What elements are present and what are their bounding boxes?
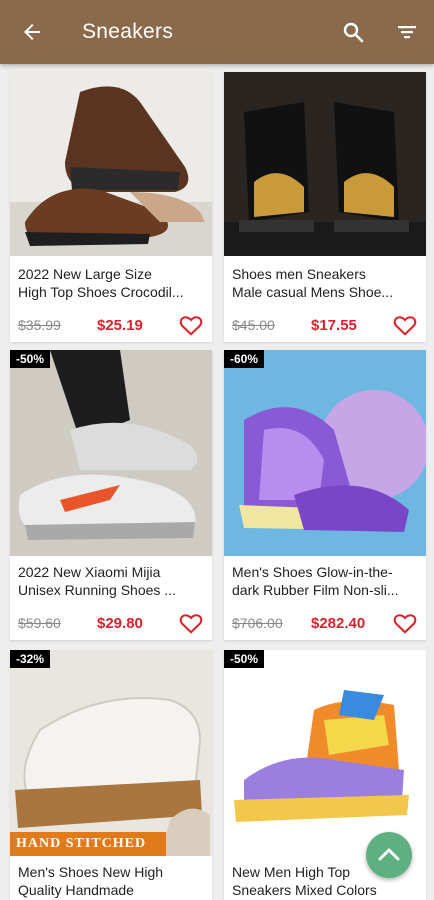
product-card[interactable]: -60% Men's Shoes Glow-in-the- dark Rubbe…	[224, 350, 426, 640]
product-image[interactable]: -32% HAND STITCHED	[10, 650, 212, 856]
product-name-line: 2022 New Xiaomi Mijia	[18, 564, 161, 580]
product-name-line: Men's Shoes Glow-in-the-	[232, 564, 393, 580]
original-price: $706.00	[232, 615, 283, 631]
product-image[interactable]	[10, 72, 212, 256]
product-name-line: Quality Handmade	[18, 882, 134, 898]
product-name[interactable]: 2022 New Xiaomi Mijia Unisex Running Sho…	[18, 563, 206, 599]
sale-price: $17.55	[311, 317, 357, 334]
product-name-line: Men's Shoes New High	[18, 864, 164, 880]
app-bar: Sneakers	[0, 0, 434, 64]
original-price: $35.99	[18, 317, 61, 333]
product-card[interactable]: Shoes men Sneakers Male casual Mens Shoe…	[224, 72, 426, 342]
product-grid: 2022 New Large Size High Top Shoes Croco…	[0, 64, 434, 900]
product-image[interactable]: -60%	[224, 350, 426, 556]
product-name-line: Shoes men Sneakers	[232, 266, 366, 282]
sale-price: $29.80	[97, 615, 143, 632]
product-image[interactable]: -50%	[224, 650, 426, 856]
sale-price: $282.40	[311, 615, 366, 632]
favorite-heart-icon[interactable]	[392, 610, 418, 636]
product-card[interactable]: -32% HAND STITCHED Men's Shoes New High …	[10, 650, 212, 900]
product-name-line: dark Rubber Film Non-sli...	[232, 582, 399, 598]
original-price: $45.00	[232, 317, 275, 333]
favorite-heart-icon[interactable]	[178, 610, 204, 636]
search-icon[interactable]	[341, 20, 365, 44]
sale-price: $25.19	[97, 317, 143, 334]
hand-stitched-label: HAND STITCHED	[10, 832, 166, 856]
page-title: Sneakers	[82, 20, 174, 43]
product-name[interactable]: Men's Shoes New High Quality Handmade	[18, 863, 206, 899]
product-name-line: High Top Shoes Crocodil...	[18, 284, 184, 300]
discount-badge: -50%	[10, 350, 51, 368]
discount-badge: -50%	[224, 650, 265, 668]
scroll-to-top-button[interactable]	[366, 832, 412, 878]
chevron-up-icon	[378, 848, 400, 861]
discount-badge: -32%	[10, 650, 51, 668]
product-name[interactable]: Shoes men Sneakers Male casual Mens Shoe…	[232, 265, 420, 301]
product-name[interactable]: Men's Shoes Glow-in-the- dark Rubber Fil…	[232, 563, 420, 599]
product-name-line: Sneakers Mixed Colors	[232, 882, 377, 898]
product-name-line: 2022 New Large Size	[18, 266, 152, 282]
filter-icon[interactable]	[395, 20, 419, 44]
product-card[interactable]: 2022 New Large Size High Top Shoes Croco…	[10, 72, 212, 342]
favorite-heart-icon[interactable]	[178, 312, 204, 338]
product-card[interactable]: -50% 2022 New Xiaomi Mijia Unisex Runnin…	[10, 350, 212, 640]
product-image[interactable]: -50%	[10, 350, 212, 556]
arrow-left-icon[interactable]	[20, 20, 44, 44]
product-name-line: Male casual Mens Shoe...	[232, 284, 394, 300]
favorite-heart-icon[interactable]	[392, 312, 418, 338]
discount-badge: -60%	[224, 350, 265, 368]
product-name-line: Unisex Running Shoes ...	[18, 582, 176, 598]
product-image[interactable]	[224, 72, 426, 256]
original-price: $59.60	[18, 615, 61, 631]
product-name[interactable]: 2022 New Large Size High Top Shoes Croco…	[18, 265, 206, 301]
